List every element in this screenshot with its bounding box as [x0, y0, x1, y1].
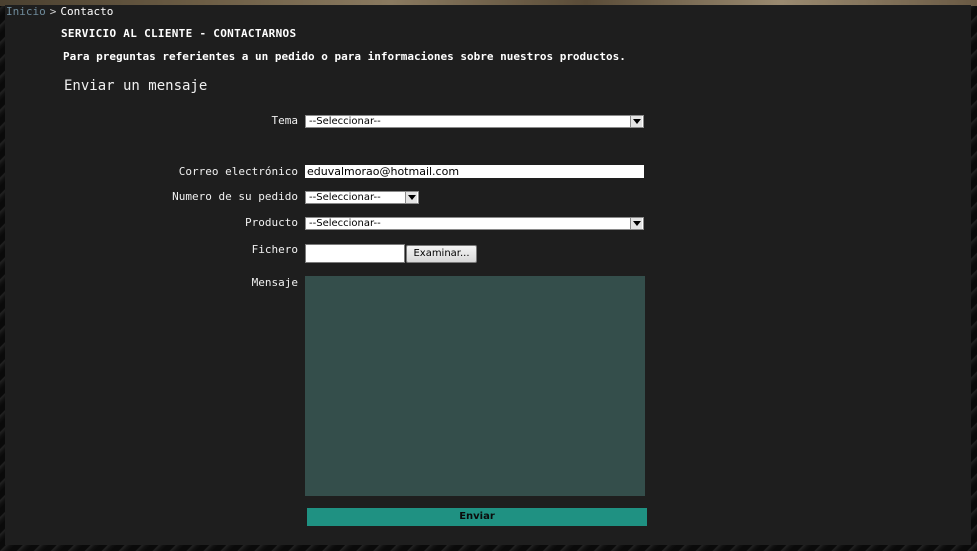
file-input[interactable]: [305, 244, 405, 263]
topic-select-value: --Seleccionar--: [309, 116, 381, 127]
product-select-value: --Seleccionar--: [309, 218, 381, 229]
topic-select[interactable]: --Seleccionar--: [305, 115, 644, 128]
chevron-down-icon: [630, 218, 642, 229]
form-title: Enviar un mensaje: [64, 78, 208, 94]
product-select[interactable]: --Seleccionar--: [305, 217, 644, 230]
order-number-select-value: --Seleccionar--: [309, 192, 381, 203]
email-label: Correo electrónico: [178, 165, 298, 178]
intro-text: Para preguntas referientes a un pedido o…: [63, 50, 626, 63]
chevron-down-icon: [630, 116, 642, 127]
breadcrumb-home-link[interactable]: Inicio: [6, 5, 46, 18]
browse-button[interactable]: Examinar...: [406, 245, 477, 263]
email-field[interactable]: eduvalmorao@hotmail.com: [305, 165, 644, 178]
section-title: SERVICIO AL CLIENTE - CONTACTARNOS: [61, 27, 297, 40]
file-label: Fichero: [251, 243, 298, 256]
message-label: Mensaje: [251, 276, 298, 289]
topic-label: Tema: [271, 114, 299, 127]
breadcrumb-current: Contacto: [60, 5, 114, 18]
message-textarea[interactable]: [305, 276, 645, 496]
order-number-select[interactable]: --Seleccionar--: [305, 191, 419, 204]
breadcrumb-separator: >: [49, 5, 57, 18]
order-number-label: Numero de su pedido: [172, 190, 298, 203]
breadcrumb: Inicio > Contacto: [6, 5, 113, 19]
submit-button[interactable]: Enviar: [307, 508, 647, 526]
chevron-down-icon: [405, 192, 417, 203]
product-label: Producto: [245, 216, 298, 229]
